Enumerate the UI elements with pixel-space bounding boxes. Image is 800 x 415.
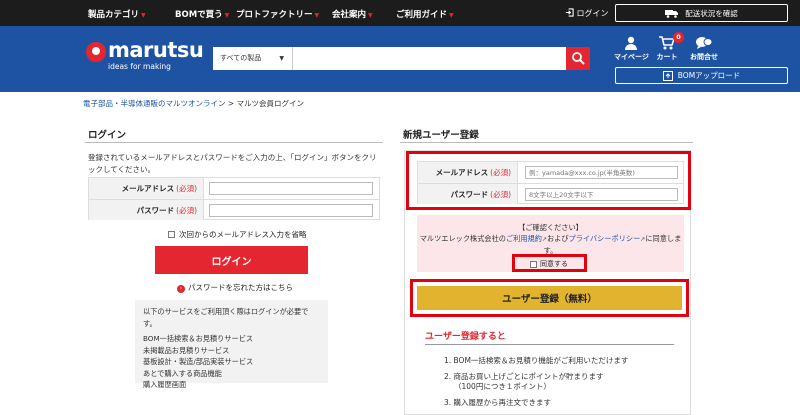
- highlight-register-fields: [406, 151, 691, 210]
- highlight-agree: [512, 254, 587, 272]
- top-login-link[interactable]: ログイン: [565, 8, 609, 19]
- truck-icon: [665, 9, 679, 18]
- nav-guide[interactable]: ご利用ガイド ▼: [396, 8, 454, 20]
- nav-proto-factory[interactable]: プロトファクトリー ▼: [236, 8, 319, 20]
- login-email-input[interactable]: [209, 182, 373, 195]
- search-bar: すべての製品 ▼: [213, 47, 590, 70]
- caret-down-icon: ▼: [279, 55, 284, 62]
- register-title-divider: [400, 142, 693, 143]
- login-form-table: メールアドレス (必須) パスワード (必須): [88, 177, 380, 220]
- benefit-title: ユーザー登録すると: [425, 332, 506, 342]
- search-category-select[interactable]: すべての製品 ▼: [213, 47, 293, 70]
- register-title: 新規ユーザー登録: [403, 130, 479, 141]
- breadcrumb-home-link[interactable]: 電子部品・半導体通販のマルツオンライン: [83, 99, 226, 108]
- benefit-item-note: （100円につき１ポイント）: [454, 382, 551, 391]
- chat-bubble-icon: [696, 37, 713, 49]
- remember-email-option[interactable]: 次回からのメールアドレス入力を省略: [168, 229, 307, 240]
- arrow-circle-icon: ›: [177, 285, 185, 293]
- nav-product-category[interactable]: 製品カテゴリ ▼: [88, 8, 146, 20]
- service-item: 基板設計・製造/部品実装サービス: [143, 357, 254, 366]
- chevron-down-icon: ▼: [224, 12, 230, 19]
- chevron-down-icon: ▼: [141, 12, 146, 19]
- service-item: 購入履歴画面: [143, 380, 187, 389]
- nav-bom[interactable]: BOMで買う ▼: [175, 8, 229, 20]
- bom-upload-button[interactable]: BOMアップロード: [615, 67, 788, 84]
- login-services-box: 以下のサービスをご利用頂く際はログインが必要です。 BOM一括検索＆お見積りサー…: [135, 300, 328, 389]
- breadcrumb: 電子部品・半導体通販のマルツオンライン > マルツ会員ログイン: [83, 99, 305, 108]
- service-item: あとで購入する商品機能: [143, 368, 222, 378]
- user-icon: [625, 36, 637, 50]
- highlight-register-button: [410, 279, 689, 317]
- logo-mark-icon: [86, 42, 106, 62]
- cart-count-badge: 0: [673, 32, 684, 43]
- chevron-down-icon: ▼: [368, 12, 373, 19]
- track-delivery-button[interactable]: 配送状況を確認: [615, 4, 788, 22]
- remember-checkbox[interactable]: [168, 231, 175, 238]
- login-intro-text: 登録されているメールアドレスとパスワードをご入力の上、「ログイン」ボタンをクリッ…: [88, 153, 377, 174]
- upload-icon: [662, 70, 673, 81]
- chevron-down-icon: ▼: [449, 12, 454, 19]
- privacy-link[interactable]: プライバシーポリシー: [569, 234, 641, 243]
- terms-link[interactable]: ご利用規約: [506, 234, 542, 243]
- login-password-input[interactable]: [209, 204, 373, 217]
- benefit-item: 3. 購入履歴から再注文できます: [444, 398, 552, 407]
- top-navigation: 製品カテゴリ ▼ BOMで買う ▼ プロトファクトリー ▼ 会社案内 ▼ ご利用ガイド ▼…: [0, 0, 800, 26]
- search-button[interactable]: [566, 47, 590, 70]
- chevron-down-icon: ▼: [314, 12, 320, 19]
- search-input[interactable]: [294, 47, 566, 70]
- service-item: 未掲載品お見積りサービス: [143, 345, 230, 355]
- login-title: ログイン: [88, 130, 127, 141]
- breadcrumb-current: マルツ会員ログイン: [236, 99, 305, 108]
- benefit-item: 1. BOM一括検索＆お見積り機能がご利用いただけます: [444, 356, 629, 365]
- search-icon: [572, 52, 585, 65]
- forgot-password-link[interactable]: › パスワードを忘れた方はこちら: [177, 282, 293, 293]
- service-item: BOM一括検索＆お見積りサービス: [143, 334, 254, 343]
- login-button[interactable]: ログイン: [155, 246, 308, 274]
- cart-link[interactable]: カート 0: [653, 32, 684, 62]
- password-row: パスワード (必須): [89, 199, 379, 220]
- benefit-divider: [425, 344, 674, 345]
- login-icon: [565, 8, 574, 17]
- email-row: メールアドレス (必須): [89, 178, 379, 199]
- login-title-divider: [85, 142, 383, 143]
- mypage-link[interactable]: マイページ: [614, 36, 649, 62]
- nav-company[interactable]: 会社案内 ▼: [332, 8, 373, 20]
- contact-link[interactable]: お問合せ: [686, 36, 722, 62]
